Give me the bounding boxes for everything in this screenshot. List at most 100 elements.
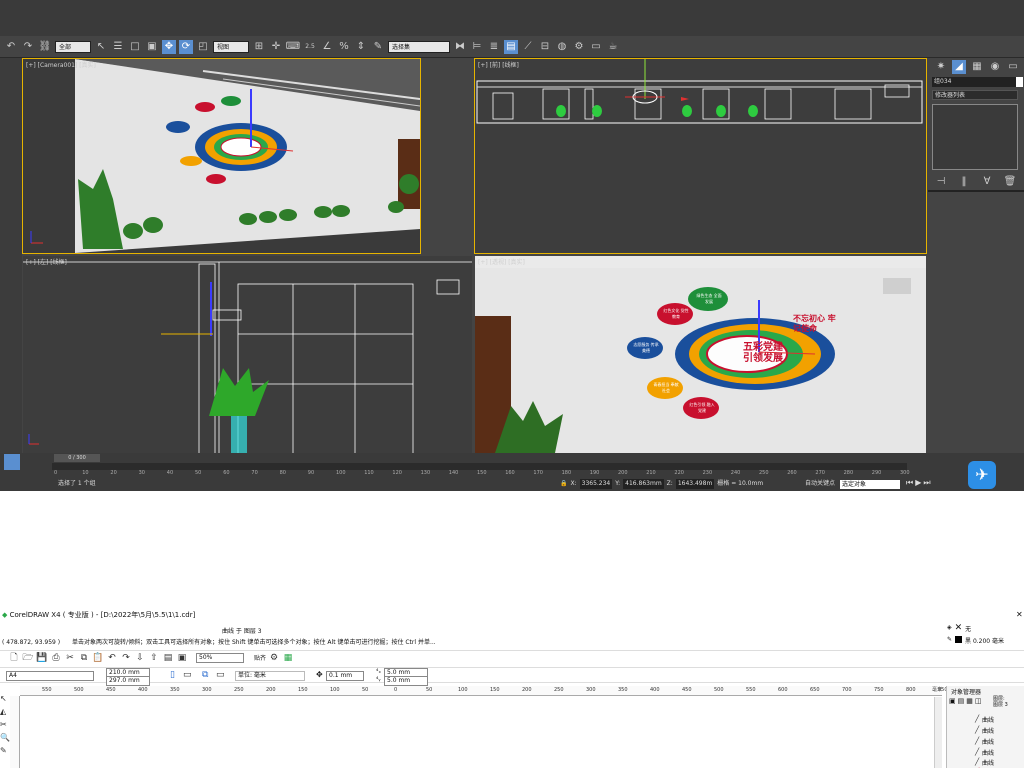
- vertical-scrollbar[interactable]: [934, 697, 942, 768]
- viewport-label[interactable]: [+] [透视] [真实]: [478, 257, 525, 266]
- import-icon[interactable]: ⇩: [134, 652, 146, 664]
- viewport-label[interactable]: [+] [前] [线框]: [478, 60, 519, 69]
- units-select[interactable]: 单位: 毫米: [235, 671, 305, 681]
- percent-snap-icon[interactable]: %: [337, 40, 351, 54]
- redo-icon[interactable]: ↷: [21, 40, 35, 54]
- viewport-left[interactable]: [+] [左] [线框]: [23, 256, 472, 453]
- spinner-snap-icon[interactable]: ⇕: [354, 40, 368, 54]
- viewport-label[interactable]: [+] [左] [线框]: [26, 257, 67, 266]
- paper-size-select[interactable]: A4: [6, 671, 94, 681]
- landscape-icon[interactable]: ▭: [183, 670, 192, 680]
- object-list-item[interactable]: 曲线: [982, 748, 994, 757]
- viewport-perspective[interactable]: [+] [透视] [真实] 五彩党建 引领发展 不忘初心 牢记使命 绿色生态 全…: [475, 256, 926, 453]
- portrait-icon[interactable]: ▯: [170, 670, 175, 680]
- pick-tool-icon[interactable]: ↖: [0, 694, 10, 703]
- paste-icon[interactable]: 📋: [92, 652, 104, 664]
- named-selection-set-select[interactable]: 选择集: [388, 40, 450, 53]
- render-setup-icon[interactable]: ⚙: [572, 40, 586, 54]
- page-view-icon[interactable]: ▣: [949, 697, 956, 705]
- app-badge-icon[interactable]: ✈: [968, 461, 996, 489]
- snap-to-button[interactable]: 贴齐: [254, 653, 266, 662]
- cut-icon[interactable]: ✂: [64, 652, 76, 664]
- shape-tool-icon[interactable]: ◭: [0, 707, 10, 716]
- launcher-icon[interactable]: ▤: [162, 652, 174, 664]
- new-file-icon[interactable]: 🗋: [8, 652, 20, 664]
- corel-app-icon[interactable]: ▦: [282, 652, 294, 664]
- pin-stack-icon[interactable]: ⊣: [934, 175, 948, 189]
- viewport-front[interactable]: [+] [前] [线框]: [474, 58, 927, 254]
- prev-frame-icon[interactable]: ⏮: [906, 478, 913, 488]
- next-frame-icon[interactable]: ⏭: [923, 478, 930, 488]
- region-icon[interactable]: □: [128, 40, 142, 54]
- object-list-item[interactable]: 曲线: [982, 758, 994, 767]
- render-icon[interactable]: ☕: [606, 40, 620, 54]
- move-icon[interactable]: ✥: [162, 39, 176, 54]
- time-slider[interactable]: 0 / 300: [54, 454, 100, 462]
- modifier-list-select[interactable]: 修改器列表: [932, 90, 1018, 100]
- nudge-distance-field[interactable]: 0.1 mm: [326, 671, 364, 681]
- zoom-select[interactable]: 50%: [196, 652, 244, 663]
- x-field[interactable]: 3365.234: [579, 479, 613, 489]
- selection-filter-select[interactable]: 全部: [55, 40, 91, 53]
- track-bar[interactable]: [52, 463, 907, 470]
- outline-pen-icon[interactable]: ✎: [947, 636, 952, 645]
- motion-tab-icon[interactable]: ◉: [988, 60, 1002, 74]
- object-list-item[interactable]: 曲线: [982, 737, 994, 746]
- viewport-camera[interactable]: [+] [Camera001] [真实]: [22, 58, 421, 254]
- key-filter-select[interactable]: 选定对象: [840, 480, 900, 489]
- scale-icon[interactable]: ◰: [196, 40, 210, 54]
- auto-key-label[interactable]: 自动关键点: [805, 479, 835, 489]
- viewport-layouts-icon[interactable]: [4, 454, 20, 470]
- align-icon[interactable]: ⊨: [470, 40, 484, 54]
- layer-icon[interactable]: ≣: [487, 40, 501, 54]
- snap-icon[interactable]: 2.5: [303, 40, 317, 54]
- close-window-icon[interactable]: ✕: [1016, 610, 1023, 619]
- export-icon[interactable]: ⇧: [148, 652, 160, 664]
- undo-icon[interactable]: ↶: [4, 40, 18, 54]
- all-pages-icon[interactable]: ⧉: [202, 670, 208, 680]
- page-height-field[interactable]: 297.0 mm: [106, 676, 150, 686]
- remove-modifier-icon[interactable]: 🗑: [1003, 175, 1017, 189]
- window-crossing-icon[interactable]: ▣: [145, 40, 159, 54]
- drawing-canvas[interactable]: [22, 697, 938, 768]
- open-file-icon[interactable]: 🗁: [22, 652, 34, 664]
- z-field[interactable]: 1643.498m: [675, 479, 715, 489]
- schematic-icon[interactable]: ⊟: [538, 40, 552, 54]
- redo-icon[interactable]: ↷: [120, 652, 132, 664]
- save-icon[interactable]: 💾: [36, 652, 48, 664]
- options-icon[interactable]: ⚙: [268, 652, 280, 664]
- y-field[interactable]: 416.863mm: [623, 479, 664, 489]
- material-icon[interactable]: ◍: [555, 40, 569, 54]
- viewport-label[interactable]: [+] [Camera001] [真实]: [26, 60, 96, 69]
- create-tab-icon[interactable]: ✷: [934, 60, 948, 74]
- keyboard-icon[interactable]: ⌨: [286, 40, 300, 54]
- layer-manager-icon[interactable]: ▦: [966, 697, 973, 705]
- pivot-icon[interactable]: ⊞: [252, 40, 266, 54]
- object-list-item[interactable]: 曲线: [982, 715, 994, 724]
- make-unique-icon[interactable]: ∀: [980, 175, 994, 189]
- modifier-stack[interactable]: [932, 104, 1018, 170]
- freehand-tool-icon[interactable]: ✎: [0, 746, 10, 755]
- layer-view-icon[interactable]: ▤: [958, 697, 965, 705]
- select-name-icon[interactable]: ☰: [111, 40, 125, 54]
- object-name-field[interactable]: 组034: [932, 77, 1016, 87]
- select-icon[interactable]: ↖: [94, 40, 108, 54]
- reference-coord-select[interactable]: 视图: [213, 40, 249, 53]
- print-icon[interactable]: ⎙: [50, 652, 62, 664]
- object-list-item[interactable]: 曲线: [982, 726, 994, 735]
- render-frame-icon[interactable]: ▭: [589, 40, 603, 54]
- scene-explorer-icon[interactable]: ▤: [504, 39, 518, 54]
- edit-named-sel-icon[interactable]: ✎: [371, 40, 385, 54]
- lock-icon[interactable]: 🔒: [560, 479, 567, 489]
- duplicate-y-field[interactable]: 5.0 mm: [384, 676, 428, 686]
- hierarchy-tab-icon[interactable]: ▦: [970, 60, 984, 74]
- graph-icon[interactable]: ⟋: [521, 40, 535, 54]
- crop-tool-icon[interactable]: ✂: [0, 720, 10, 729]
- manipulate-icon[interactable]: ✛: [269, 40, 283, 54]
- mirror-icon[interactable]: ⧓: [453, 40, 467, 54]
- copy-icon[interactable]: ⧉: [78, 652, 90, 664]
- display-tab-icon[interactable]: ▭: [1006, 60, 1020, 74]
- link-icon[interactable]: ⛓: [38, 40, 52, 54]
- show-end-icon[interactable]: ‖: [957, 175, 971, 189]
- object-props-icon[interactable]: ◫: [975, 697, 982, 705]
